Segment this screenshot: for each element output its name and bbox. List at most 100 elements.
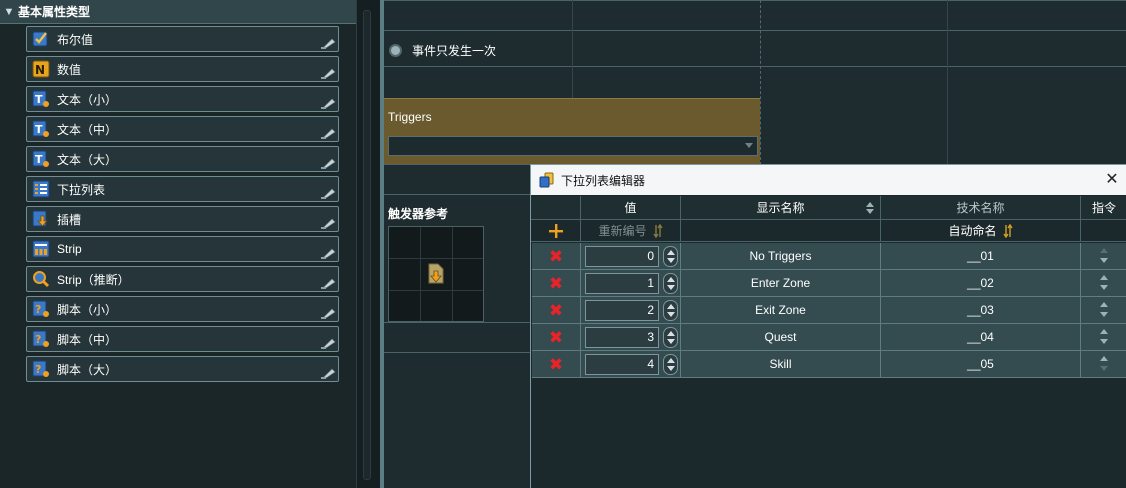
drag-handle-icon[interactable] bbox=[320, 337, 336, 349]
value-stepper[interactable] bbox=[663, 300, 678, 321]
auto-name-button[interactable]: 自动命名 bbox=[881, 220, 1081, 242]
move-down-icon[interactable] bbox=[1100, 258, 1108, 263]
dropdown-arrow-icon[interactable] bbox=[745, 143, 753, 148]
display-name-cell[interactable]: Enter Zone bbox=[681, 270, 881, 296]
reorder-arrows[interactable] bbox=[1099, 245, 1109, 267]
stepper-up-icon[interactable] bbox=[667, 250, 675, 255]
stepper-down-icon[interactable] bbox=[667, 312, 675, 317]
value-stepper[interactable] bbox=[663, 273, 678, 294]
drag-handle-icon[interactable] bbox=[320, 97, 336, 109]
delete-icon[interactable]: ✖ bbox=[549, 302, 563, 319]
drag-handle-icon[interactable] bbox=[320, 307, 336, 319]
scrollbar-thumb[interactable] bbox=[363, 10, 371, 480]
move-up-icon[interactable] bbox=[1100, 275, 1108, 280]
drag-handle-icon[interactable] bbox=[320, 217, 336, 229]
value-stepper[interactable] bbox=[663, 327, 678, 348]
panel-splitter[interactable] bbox=[356, 0, 380, 488]
property-type-item[interactable]: T 文本（小） bbox=[26, 86, 339, 112]
renumber-button[interactable]: 重新编号 bbox=[581, 220, 681, 242]
drag-handle-icon[interactable] bbox=[320, 187, 336, 199]
property-type-item[interactable]: ? 脚本（中） bbox=[26, 326, 339, 352]
stepper-down-icon[interactable] bbox=[667, 285, 675, 290]
delete-row-button[interactable]: ✖ bbox=[532, 297, 581, 323]
display-name-cell[interactable]: Skill bbox=[681, 351, 881, 377]
move-down-icon[interactable] bbox=[1100, 312, 1108, 317]
property-type-item[interactable]: ? 脚本（大） bbox=[26, 356, 339, 382]
move-up-icon[interactable] bbox=[1100, 329, 1108, 334]
property-type-item[interactable]: ? 脚本（小） bbox=[26, 296, 339, 322]
plus-icon[interactable] bbox=[548, 223, 563, 238]
triggers-dropdown[interactable] bbox=[388, 136, 758, 156]
reorder-arrows[interactable] bbox=[1099, 353, 1109, 375]
stepper-up-icon[interactable] bbox=[667, 358, 675, 363]
col-head-command[interactable]: 指令 bbox=[1081, 196, 1126, 220]
event-once-radio[interactable] bbox=[389, 43, 402, 57]
drag-handle-icon[interactable] bbox=[320, 127, 336, 139]
property-type-item[interactable]: 下拉列表 bbox=[26, 176, 339, 202]
dialog-titlebar[interactable]: 下拉列表编辑器 ✕ bbox=[531, 165, 1126, 195]
property-type-item[interactable]: 插槽 bbox=[26, 206, 339, 232]
move-down-icon[interactable] bbox=[1100, 285, 1108, 290]
tech-name-cell[interactable]: __03 bbox=[881, 297, 1081, 323]
delete-row-button[interactable]: ✖ bbox=[532, 351, 581, 377]
drag-handle-icon[interactable] bbox=[320, 67, 336, 79]
move-down-icon[interactable] bbox=[1100, 339, 1108, 344]
tech-name-cell[interactable]: __05 bbox=[881, 351, 1081, 377]
drag-handle-icon[interactable] bbox=[320, 247, 336, 259]
tech-name-cell[interactable]: __01 bbox=[881, 243, 1081, 269]
value-input[interactable]: 2 bbox=[585, 300, 659, 321]
move-up-icon[interactable] bbox=[1100, 356, 1108, 361]
delete-row-button[interactable]: ✖ bbox=[532, 324, 581, 350]
property-type-item[interactable]: T 文本（中） bbox=[26, 116, 339, 142]
add-row-button[interactable] bbox=[531, 220, 581, 242]
value-input[interactable]: 3 bbox=[585, 327, 659, 348]
trigger-reference-slot[interactable] bbox=[388, 226, 484, 322]
delete-icon[interactable]: ✖ bbox=[549, 275, 563, 292]
drag-handle-icon[interactable] bbox=[320, 277, 336, 289]
delete-icon[interactable]: ✖ bbox=[549, 329, 563, 346]
tech-name-cell[interactable]: __02 bbox=[881, 270, 1081, 296]
move-up-icon[interactable] bbox=[1100, 248, 1108, 253]
sort-icon[interactable] bbox=[866, 202, 874, 214]
stepper-up-icon[interactable] bbox=[667, 331, 675, 336]
property-type-item[interactable]: Strip（推断） bbox=[26, 266, 339, 292]
delete-icon[interactable]: ✖ bbox=[549, 356, 563, 373]
display-name-cell[interactable]: Quest bbox=[681, 324, 881, 350]
chevron-down-icon[interactable]: ▼ bbox=[0, 6, 18, 18]
value-input[interactable]: 0 bbox=[585, 246, 659, 267]
property-type-item[interactable]: 布尔值 bbox=[26, 26, 339, 52]
delete-icon[interactable]: ✖ bbox=[549, 248, 563, 265]
value-input[interactable]: 4 bbox=[585, 354, 659, 375]
col-head-tech-name[interactable]: 技术名称 bbox=[881, 196, 1081, 220]
value-stepper[interactable] bbox=[663, 246, 678, 267]
reorder-arrows[interactable] bbox=[1099, 272, 1109, 294]
reorder-arrows[interactable] bbox=[1099, 299, 1109, 321]
col-head-display-name[interactable]: 显示名称 bbox=[681, 196, 881, 220]
reorder-arrows[interactable] bbox=[1099, 326, 1109, 348]
property-type-item[interactable]: T 文本（大） bbox=[26, 146, 339, 172]
col-head-value[interactable]: 值 bbox=[581, 196, 681, 220]
drag-handle-icon[interactable] bbox=[320, 157, 336, 169]
value-input[interactable]: 1 bbox=[585, 273, 659, 294]
drag-handle-icon[interactable] bbox=[320, 37, 336, 49]
drag-handle-icon[interactable] bbox=[320, 367, 336, 379]
tech-name-cell[interactable]: __04 bbox=[881, 324, 1081, 350]
text-medium-icon: T bbox=[31, 119, 51, 139]
stepper-down-icon[interactable] bbox=[667, 366, 675, 371]
display-name-cell[interactable]: Exit Zone bbox=[681, 297, 881, 323]
move-down-icon[interactable] bbox=[1100, 366, 1108, 371]
close-icon[interactable]: ✕ bbox=[1103, 171, 1121, 189]
property-types-header[interactable]: ▼ 基本属性类型 bbox=[0, 0, 356, 24]
stepper-up-icon[interactable] bbox=[667, 277, 675, 282]
stepper-up-icon[interactable] bbox=[667, 304, 675, 309]
property-type-item[interactable]: Strip bbox=[26, 236, 339, 262]
delete-row-button[interactable]: ✖ bbox=[532, 243, 581, 269]
value-stepper[interactable] bbox=[663, 354, 678, 375]
property-type-item[interactable]: N 数值 bbox=[26, 56, 339, 82]
delete-row-button[interactable]: ✖ bbox=[532, 270, 581, 296]
event-once-option[interactable]: 事件只发生一次 bbox=[389, 41, 496, 59]
display-name-cell[interactable]: No Triggers bbox=[681, 243, 881, 269]
stepper-down-icon[interactable] bbox=[667, 339, 675, 344]
stepper-down-icon[interactable] bbox=[667, 258, 675, 263]
move-up-icon[interactable] bbox=[1100, 302, 1108, 307]
